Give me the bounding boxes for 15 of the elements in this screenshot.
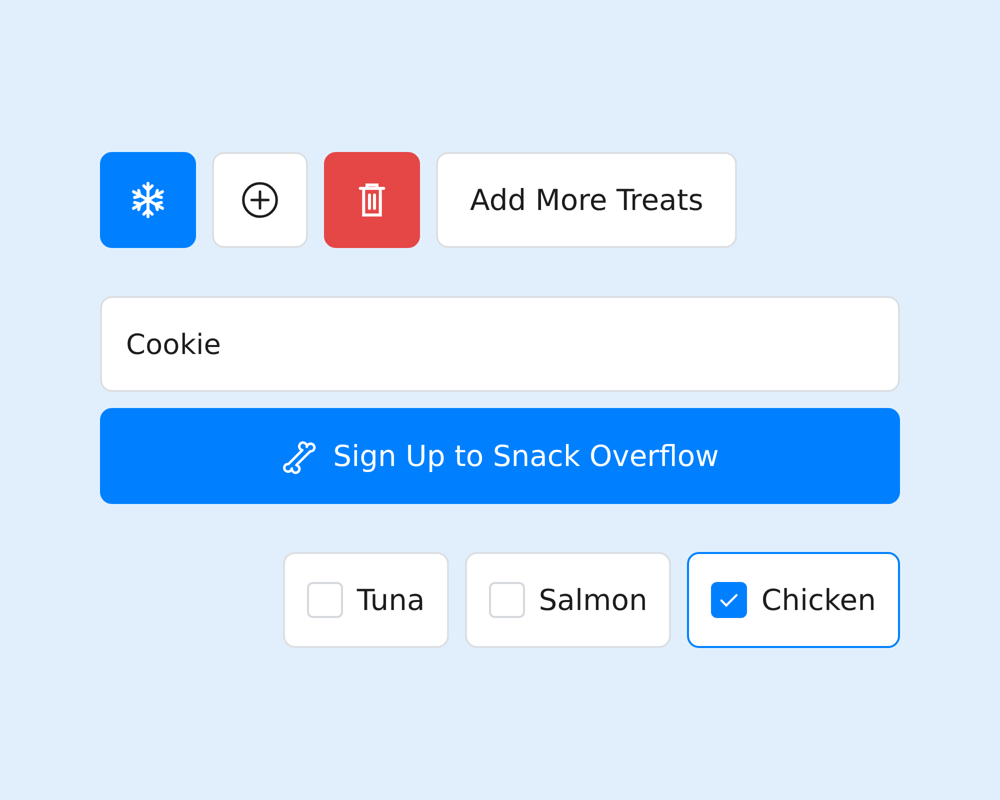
checkbox[interactable] xyxy=(711,582,748,618)
name-field[interactable]: Cookie xyxy=(100,296,900,392)
delete-button[interactable] xyxy=(324,152,420,248)
snowflake-button[interactable] xyxy=(100,152,196,248)
signup-label: Sign Up to Snack Overflow xyxy=(333,439,719,473)
add-treats-button[interactable]: Add More Treats xyxy=(436,152,738,248)
signup-button[interactable]: Sign Up to Snack Overflow xyxy=(100,408,900,504)
option-chip[interactable]: Salmon xyxy=(464,552,672,648)
add-button[interactable] xyxy=(212,152,308,248)
option-label: Salmon xyxy=(538,583,648,617)
option-label: Tuna xyxy=(356,583,425,617)
option-chip[interactable]: Tuna xyxy=(282,552,449,648)
option-chip[interactable]: Chicken xyxy=(687,552,900,648)
add-icon xyxy=(240,180,280,220)
option-label: Chicken xyxy=(761,583,876,617)
